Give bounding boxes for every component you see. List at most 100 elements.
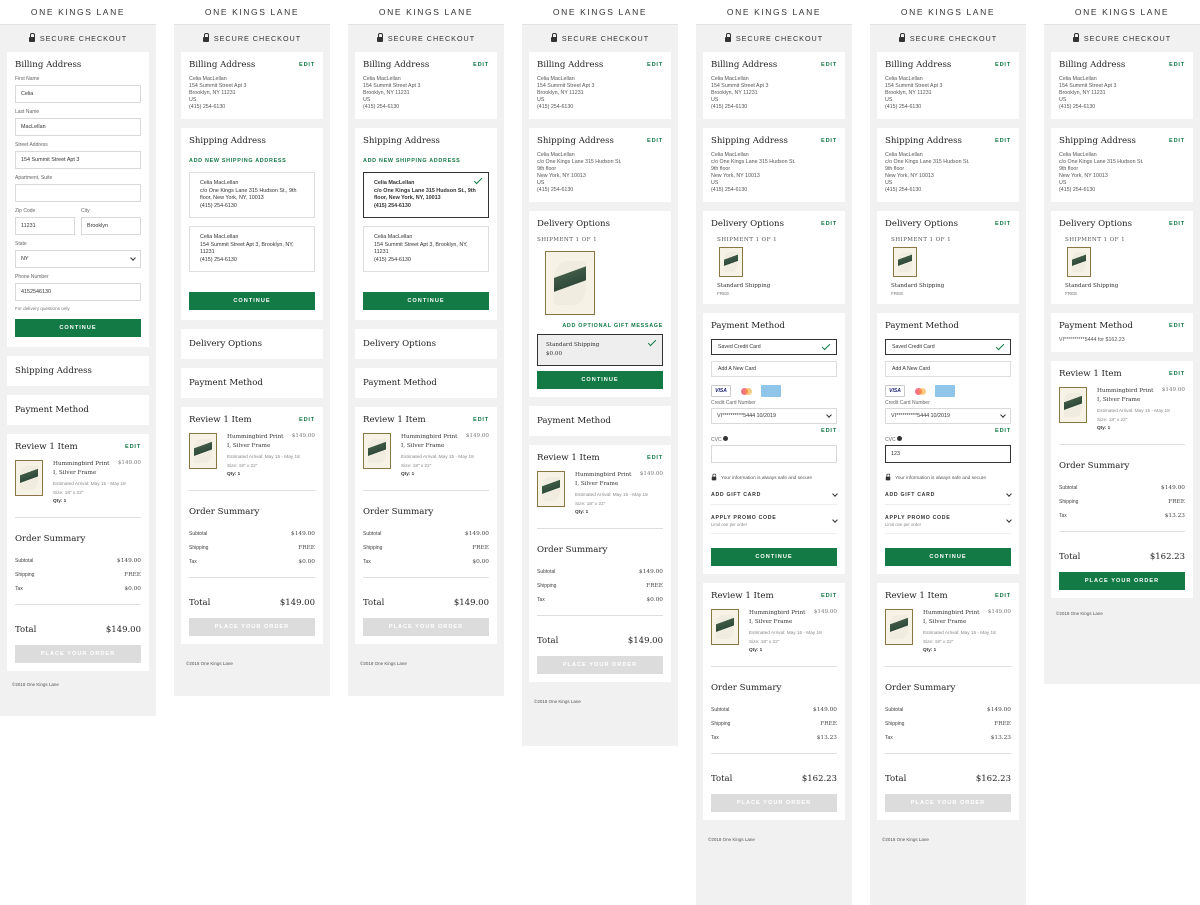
saved-card-option[interactable]: Saved Credit Card [711,339,837,355]
city-input[interactable]: Brooklyn [81,217,141,235]
brand-logo[interactable]: ONE KINGS LANE [696,0,852,25]
delivery-collapsed[interactable]: Delivery Options [181,329,323,359]
continue-button[interactable]: CONTINUE [15,319,141,337]
subtotal-label: Subtotal [711,707,730,713]
section-title: Review 1 Item [711,591,774,601]
shipping-label: Shipping [885,721,905,727]
brand-logo[interactable]: ONE KINGS LANE [174,0,330,25]
payment-collapsed[interactable]: Payment Method [355,368,497,398]
continue-button[interactable]: CONTINUE [363,292,489,310]
last-name-input[interactable]: MacLellan [15,118,141,136]
phone-input[interactable]: 4152546130 [15,283,141,301]
edit-link[interactable]: EDIT [299,417,315,423]
product-name[interactable]: Hummingbird Print I, Silver Frame [1097,387,1157,405]
edit-link[interactable]: EDIT [1169,323,1185,329]
edit-link[interactable]: EDIT [995,221,1011,227]
shipping-value: FREE [298,545,315,551]
field-label: City [81,208,90,214]
delivery-collapsed[interactable]: Delivery Options [355,329,497,359]
product-name[interactable]: Hummingbird Print I, Silver Frame [227,433,287,451]
product-name[interactable]: Hummingbird Print I, Silver Frame [749,609,809,627]
edit-link[interactable]: EDIT [711,428,837,434]
brand-logo[interactable]: ONE KINGS LANE [0,0,156,25]
shipping-value: FREE [1168,499,1185,505]
first-name-input[interactable]: Celia [15,85,141,103]
place-order-button[interactable]: PLACE YOUR ORDER [537,656,663,674]
security-note: Your information is always safe and secu… [885,473,1011,482]
edit-link[interactable]: EDIT [821,593,837,599]
edit-link[interactable]: EDIT [1169,62,1185,68]
add-shipping-link[interactable]: ADD NEW SHIPPING ADDRESS [363,158,489,164]
shipping-method-selected[interactable]: Standard Shipping $0.00 [537,334,663,366]
state-select[interactable]: NY [15,250,141,268]
edit-link[interactable]: EDIT [647,62,663,68]
shipping-option[interactable]: Celia MacLellan c/o One Kings Lane 315 Hu… [189,172,315,218]
edit-link[interactable]: EDIT [1169,371,1185,377]
edit-link[interactable]: EDIT [1169,138,1185,144]
place-order-button[interactable]: PLACE YOUR ORDER [711,794,837,812]
place-order-button[interactable]: PLACE YOUR ORDER [885,794,1011,812]
review-section: Review 1 Item EDIT Hummingbird Print I, S… [7,434,149,671]
place-order-button[interactable]: PLACE YOUR ORDER [15,645,141,663]
gift-card-toggle[interactable]: ADD GIFT CARD [885,491,1012,505]
edit-link[interactable]: EDIT [821,138,837,144]
add-card-option[interactable]: Add A New Card [885,361,1011,377]
gift-message-link[interactable]: ADD OPTIONAL GIFT MESSAGE [537,323,663,329]
zip-input[interactable]: 11231 [15,217,75,235]
edit-link[interactable]: EDIT [821,62,837,68]
add-card-option[interactable]: Add A New Card [711,361,837,377]
card-select[interactable]: VI**********5444 10/2019 [711,408,837,424]
brand-logo[interactable]: ONE KINGS LANE [348,0,504,25]
continue-button[interactable]: CONTINUE [537,371,663,389]
edit-link[interactable]: EDIT [647,455,663,461]
place-order-button[interactable]: PLACE YOUR ORDER [189,618,315,636]
edit-link[interactable]: EDIT [995,62,1011,68]
shipping-option[interactable]: Celia MacLellan 154 Summit Street Apt 3, … [363,226,489,272]
edit-link[interactable]: EDIT [821,221,837,227]
payment-collapsed[interactable]: Payment Method [181,368,323,398]
add-shipping-link[interactable]: ADD NEW SHIPPING ADDRESS [189,158,315,164]
brand-logo[interactable]: ONE KINGS LANE [522,0,678,25]
lock-icon [28,33,35,43]
edit-link[interactable]: EDIT [125,444,141,450]
edit-link[interactable]: EDIT [647,138,663,144]
shipping-value: FREE [646,583,663,589]
saved-card-option[interactable]: Saved Credit Card [885,339,1011,355]
cvc-input[interactable] [711,445,837,463]
continue-button[interactable]: CONTINUE [711,548,837,566]
shipping-collapsed[interactable]: Shipping Address [7,356,149,386]
apartment-input[interactable] [15,184,141,202]
edit-link[interactable]: EDIT [885,428,1011,434]
place-order-button[interactable]: PLACE YOUR ORDER [1059,572,1185,590]
product-name[interactable]: Hummingbird Print I, Silver Frame [401,433,461,451]
product-name[interactable]: Hummingbird Print I, Silver Frame [575,471,635,489]
continue-button[interactable]: CONTINUE [885,548,1011,566]
street-input[interactable]: 154 Summit Street Apt 3 [15,151,141,169]
edit-link[interactable]: EDIT [1169,221,1185,227]
edit-link[interactable]: EDIT [299,62,315,68]
edit-link[interactable]: EDIT [995,138,1011,144]
edit-link[interactable]: EDIT [473,62,489,68]
section-title: Review 1 Item [537,453,600,463]
payment-collapsed[interactable]: Payment Method [529,406,671,436]
place-order-button[interactable]: PLACE YOUR ORDER [363,618,489,636]
brand-logo[interactable]: ONE KINGS LANE [870,0,1026,25]
product-name[interactable]: Hummingbird Print I, Silver Frame [923,609,983,627]
shipping-option-selected[interactable]: Celia MacLellan c/o One Kings Lane 315 Hu… [363,172,489,218]
cvc-input[interactable]: 123 [885,445,1011,463]
promo-toggle[interactable]: APPLY PROMO CODE Limit one per order [711,515,838,534]
edit-link[interactable]: EDIT [473,417,489,423]
field-label: Last Name [15,109,40,115]
gift-card-toggle[interactable]: ADD GIFT CARD [711,491,838,505]
arrival: Estimated Arrival: May 15 - May 18 [53,481,126,486]
product-name[interactable]: Hummingbird Print I, Silver Frame [53,460,113,478]
shipping-option[interactable]: Celia MacLellan 154 Summit Street Apt 3, … [189,226,315,272]
brand-logo[interactable]: ONE KINGS LANE [1044,0,1200,25]
promo-toggle[interactable]: APPLY PROMO CODE Limit one per order [885,515,1012,534]
card-select[interactable]: VI**********5444 10/2019 [885,408,1011,424]
payment-collapsed[interactable]: Payment Method [7,395,149,425]
section-title: Delivery Options [537,219,610,229]
screen-payment-saved-card: ONE KINGS LANE SECURE CHECKOUT Billing A… [696,0,852,905]
edit-link[interactable]: EDIT [995,593,1011,599]
continue-button[interactable]: CONTINUE [189,292,315,310]
